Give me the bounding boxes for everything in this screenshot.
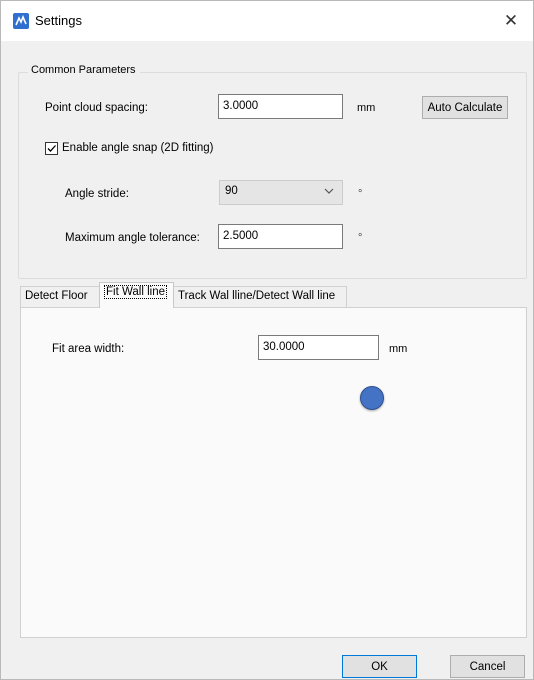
tab-fit-wall-line[interactable]: Fit Wall line (99, 282, 174, 308)
tab-fit-wall-line-label: Fit Wall line (104, 285, 167, 299)
tab-strip: Detect Floor Fit Wall line Track Wal lli… (20, 282, 527, 308)
cancel-button[interactable]: Cancel (450, 655, 525, 678)
ok-label-rest: K (380, 660, 388, 673)
angle-snap-label[interactable]: Enable angle snap (2D fitting) (62, 142, 214, 154)
max-angle-tolerance-label: Maximum angle tolerance: (65, 232, 200, 244)
close-button[interactable]: ✕ (489, 1, 533, 41)
angle-stride-select[interactable]: 90 (219, 180, 343, 205)
max-angle-tolerance-input[interactable]: 2.5000 (218, 224, 343, 249)
angle-stride-unit: ° (358, 188, 363, 200)
fit-area-width-unit: mm (389, 343, 408, 355)
angle-stride-label: Angle stride: (65, 188, 129, 200)
point-cloud-spacing-unit: mm (357, 102, 376, 114)
app-logo-icon (13, 13, 29, 29)
window-title: Settings (35, 13, 82, 28)
point-cloud-spacing-input[interactable]: 3.0000 (218, 94, 343, 119)
cancel-label-rest: ancel (477, 660, 506, 673)
cancel-mnemonic: C (469, 660, 478, 673)
tab-detect-floor[interactable]: Detect Floor (20, 286, 100, 307)
tab-detect-floor-label: Detect Floor (25, 290, 88, 302)
point-cloud-spacing-label: Point cloud spacing: (45, 102, 148, 114)
common-parameters-title: Common Parameters (28, 64, 140, 76)
cursor-indicator (360, 386, 384, 410)
angle-snap-checkbox[interactable] (45, 142, 58, 155)
tab-track-wall-line[interactable]: Track Wal lline/Detect Wall line (173, 286, 347, 307)
fit-area-width-input[interactable]: 30.0000 (258, 335, 379, 360)
tab-track-wall-line-label: Track Wal lline/Detect Wall line (178, 290, 336, 302)
fit-area-width-label: Fit area width: (52, 343, 125, 355)
angle-stride-value: 90 (225, 185, 238, 197)
max-angle-tolerance-unit: ° (358, 232, 363, 244)
settings-dialog: Settings ✕ Common Parameters Point cloud… (0, 0, 534, 680)
chevron-down-icon (324, 184, 334, 201)
ok-mnemonic: O (371, 660, 381, 673)
title-bar: Settings ✕ (1, 1, 533, 41)
auto-calculate-button[interactable]: Auto Calculate (422, 96, 508, 119)
ok-button[interactable]: OK (342, 655, 417, 678)
